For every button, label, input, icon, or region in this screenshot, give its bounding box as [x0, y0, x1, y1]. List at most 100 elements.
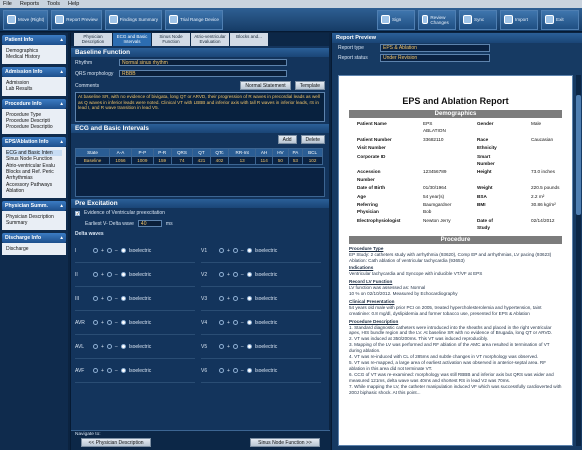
earliest-delta-input[interactable]: 40 [137, 220, 162, 227]
prev-section-button[interactable]: << Physician Description [81, 438, 151, 447]
radio-minus[interactable] [232, 248, 238, 253]
radio-plus[interactable] [219, 272, 224, 277]
radio-group[interactable]: + – Isoelectric [219, 248, 277, 254]
move-button[interactable]: Move (Right) [3, 9, 49, 30]
cell[interactable]: 402 [209, 156, 230, 165]
sidebar-item-medical-history[interactable]: Medical History [6, 54, 62, 60]
findings-summary-button[interactable]: Findings Summary [104, 9, 162, 30]
radio-plus[interactable] [219, 296, 224, 301]
cell[interactable]: 50 [272, 156, 289, 165]
radio-iso[interactable] [120, 272, 126, 277]
radio-plus[interactable] [219, 344, 224, 349]
sidebar-item[interactable]: Procedure Descriptio [6, 124, 62, 130]
radio-iso[interactable] [120, 368, 126, 373]
cell[interactable]: 159 [152, 156, 172, 165]
report-scrollbar[interactable] [576, 75, 581, 446]
menu-tools[interactable]: Tools [47, 1, 60, 7]
section-header[interactable]: EPS/Ablation Info ▴ [2, 136, 66, 147]
scroll-thumb[interactable] [576, 95, 581, 215]
trial-range-button[interactable]: Trial Range Device [165, 9, 223, 30]
radio-minus[interactable] [232, 320, 238, 325]
next-section-button[interactable]: Sinus Node Function >> [250, 438, 320, 447]
radio-plus[interactable] [219, 320, 224, 325]
tab-ecg[interactable]: ECG and Basic Intervals [113, 33, 151, 46]
radio-group[interactable]: + – Isoelectric [219, 272, 277, 278]
radio-plus[interactable] [219, 248, 224, 253]
cell[interactable]: Baseline [74, 156, 111, 165]
sidebar-item-lab-results[interactable]: Lab Results [6, 86, 62, 92]
radio-group[interactable]: + – Isoelectric [93, 272, 151, 278]
section-header[interactable]: Discharge Info ▴ [2, 232, 66, 243]
cell[interactable]: 13 [228, 156, 257, 165]
radio-iso[interactable] [246, 320, 252, 325]
section-header[interactable]: Procedure Info ▴ [2, 98, 66, 109]
template-button[interactable]: Template [294, 81, 325, 90]
radio-plus[interactable] [93, 248, 98, 253]
section-header[interactable]: Physician Summ. ▴ [2, 200, 66, 211]
qrs-select[interactable]: RBBB [119, 70, 287, 77]
menu-file[interactable]: File [3, 1, 12, 7]
radio-iso[interactable] [246, 368, 252, 373]
sign-button[interactable]: Sign [377, 9, 415, 30]
radio-plus[interactable] [93, 344, 98, 349]
radio-plus[interactable] [93, 296, 98, 301]
radio-plus[interactable] [93, 368, 98, 373]
normal-statement-button[interactable]: Normal Statement [240, 81, 291, 90]
review-changes-button[interactable]: Review Changes [418, 9, 456, 30]
checkbox[interactable]: ✓ [75, 210, 80, 216]
radio-minus[interactable] [106, 248, 112, 253]
cell[interactable]: 114 [255, 156, 274, 165]
radio-group[interactable]: + – Isoelectric [93, 368, 151, 374]
tab-av-evaluation[interactable]: Atrio-ventricular Evaluation [191, 33, 229, 46]
radio-minus[interactable] [232, 272, 238, 277]
add-button[interactable]: Add [277, 135, 297, 144]
cell[interactable]: 1056 [109, 156, 132, 165]
radio-minus[interactable] [232, 368, 238, 373]
radio-iso[interactable] [120, 248, 126, 253]
menu-reports[interactable]: Reports [20, 1, 39, 7]
radio-iso[interactable] [246, 344, 252, 349]
radio-plus[interactable] [93, 272, 98, 277]
cell[interactable]: 1009 [130, 156, 154, 165]
radio-group[interactable]: + – Isoelectric [219, 368, 277, 374]
radio-group[interactable]: + – Isoelectric [219, 296, 277, 302]
tab-physician-description[interactable]: Physician Description [74, 33, 112, 46]
cell[interactable]: 53 [287, 156, 304, 165]
rhythm-select[interactable]: Normal sinus rhythm [119, 59, 287, 66]
radio-iso[interactable] [120, 296, 126, 301]
sync-button[interactable]: Sync [459, 9, 497, 30]
radio-iso[interactable] [246, 296, 252, 301]
cell[interactable]: 74 [170, 156, 194, 165]
delete-button[interactable]: Delete [300, 135, 325, 144]
radio-group[interactable]: + – Isoelectric [219, 344, 277, 350]
sidebar-item-discharge[interactable]: Discharge [6, 246, 62, 252]
radio-minus[interactable] [106, 320, 112, 325]
radio-minus[interactable] [106, 344, 112, 349]
exit-button[interactable]: Exit [541, 9, 579, 30]
section-header[interactable]: Patient Info ▴ [2, 35, 66, 45]
radio-minus[interactable] [232, 344, 238, 349]
radio-iso[interactable] [246, 248, 252, 253]
radio-minus[interactable] [106, 296, 112, 301]
comments-textarea[interactable]: At baseline SR, with no evidence of bivi… [75, 92, 325, 122]
sidebar-item[interactable]: Ablation [6, 188, 62, 194]
radio-group[interactable]: + – Isoelectric [93, 248, 151, 254]
radio-group[interactable]: + – Isoelectric [219, 320, 277, 326]
radio-minus[interactable] [232, 296, 238, 301]
radio-plus[interactable] [219, 368, 224, 373]
radio-plus[interactable] [93, 320, 98, 325]
table-row[interactable]: Baseline 1056 1009 159 74 421 402 13 114 50 53 102 [74, 156, 323, 165]
section-header[interactable]: Admission Info ▴ [2, 66, 66, 77]
radio-group[interactable]: + – Isoelectric [93, 320, 151, 326]
radio-group[interactable]: + – Isoelectric [93, 344, 151, 350]
radio-iso[interactable] [120, 320, 126, 325]
import-button[interactable]: Import [500, 9, 538, 30]
radio-group[interactable]: + – Isoelectric [93, 296, 151, 302]
report-preview-button[interactable]: Report Preview [51, 9, 102, 30]
sidebar-item[interactable]: Summary [6, 220, 62, 226]
radio-iso[interactable] [120, 344, 126, 349]
tab-blocks[interactable]: Blocks and... [230, 33, 268, 46]
cell[interactable]: 102 [302, 156, 323, 165]
radio-minus[interactable] [106, 368, 112, 373]
radio-iso[interactable] [246, 272, 252, 277]
